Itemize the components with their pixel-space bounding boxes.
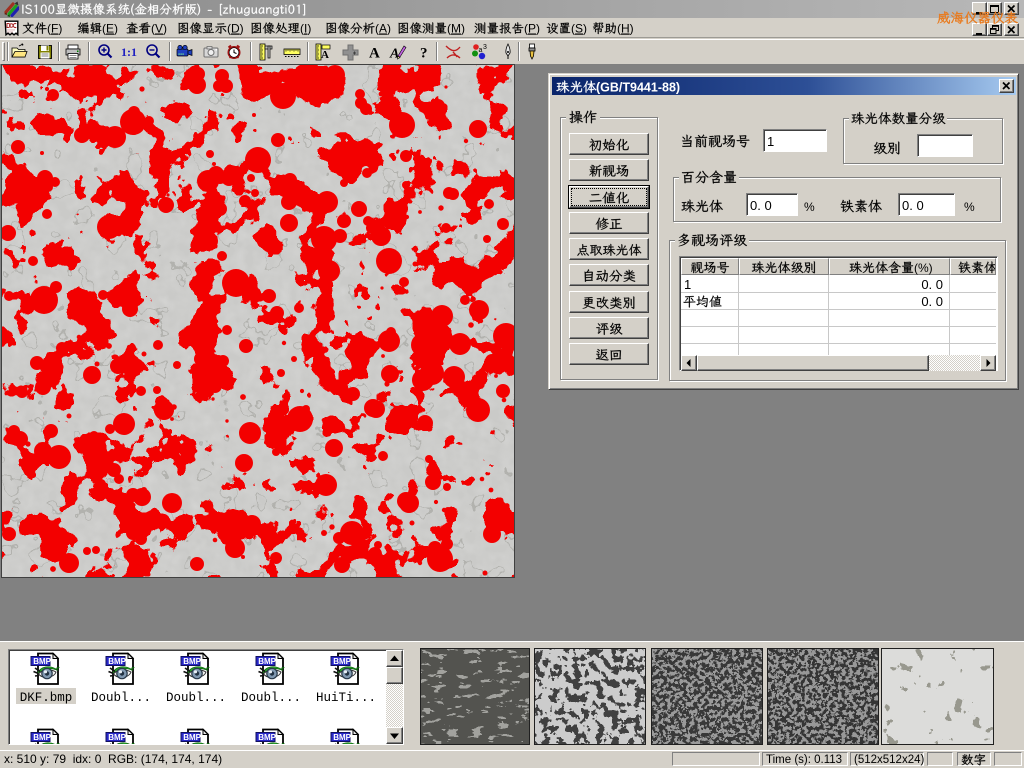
svg-text:BMP: BMP: [258, 657, 276, 666]
svg-text:BMP: BMP: [183, 657, 201, 666]
svg-text:BMP: BMP: [33, 657, 51, 666]
svg-text:BMP: BMP: [33, 733, 51, 742]
svg-text:BMP: BMP: [108, 657, 126, 666]
svg-text:BMP: BMP: [258, 733, 276, 742]
svg-text:A: A: [321, 49, 329, 61]
svg-text:?: ?: [420, 46, 428, 62]
svg-text:BMP: BMP: [108, 733, 126, 742]
svg-text:BMP: BMP: [333, 657, 351, 666]
svg-text:a: a: [479, 47, 483, 54]
svg-text:BMP: BMP: [183, 733, 201, 742]
svg-text:BMP: BMP: [333, 733, 351, 742]
svg-text:3: 3: [483, 44, 487, 51]
svg-text:1:1: 1:1: [121, 45, 137, 59]
svg-text:A: A: [369, 46, 380, 62]
